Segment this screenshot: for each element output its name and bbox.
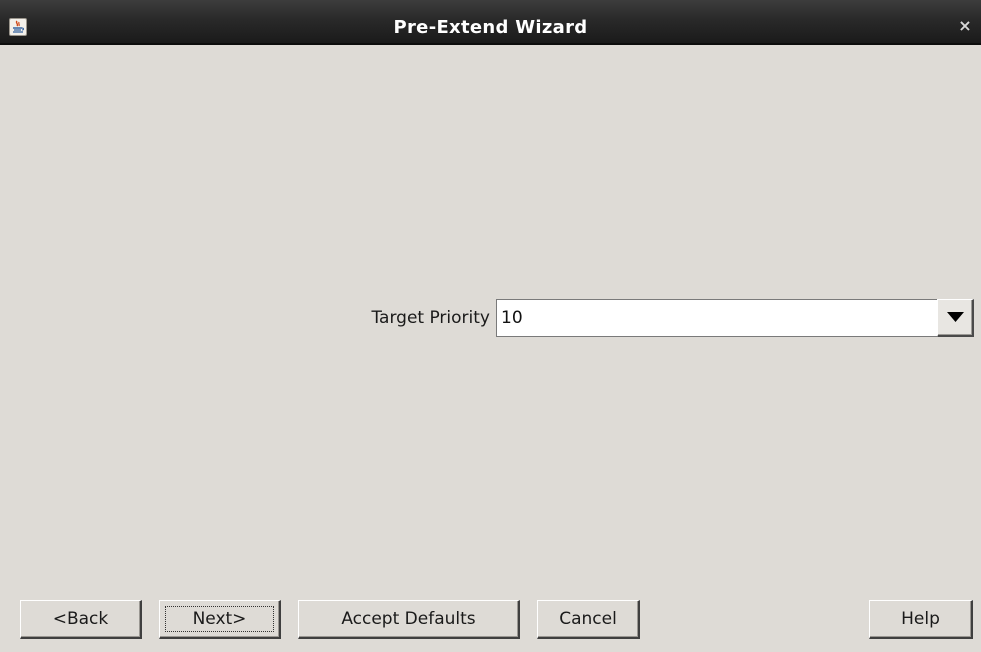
window-titlebar[interactable]: Pre-Extend Wizard × xyxy=(0,0,981,45)
target-priority-label: Target Priority xyxy=(371,308,490,328)
back-button[interactable]: <Back xyxy=(20,600,142,639)
help-button[interactable]: Help xyxy=(869,600,973,639)
dropdown-arrow-button[interactable] xyxy=(937,299,974,337)
wizard-content xyxy=(0,47,981,652)
target-priority-value[interactable]: 10 xyxy=(501,306,523,330)
accept-defaults-button[interactable]: Accept Defaults xyxy=(298,600,520,639)
next-button[interactable]: Next> xyxy=(159,600,281,639)
cancel-button[interactable]: Cancel xyxy=(537,600,640,639)
focus-indicator xyxy=(165,606,274,632)
target-priority-combobox[interactable]: 10 xyxy=(496,299,974,337)
close-icon[interactable]: × xyxy=(958,18,972,34)
window-title: Pre-Extend Wizard xyxy=(393,17,588,38)
